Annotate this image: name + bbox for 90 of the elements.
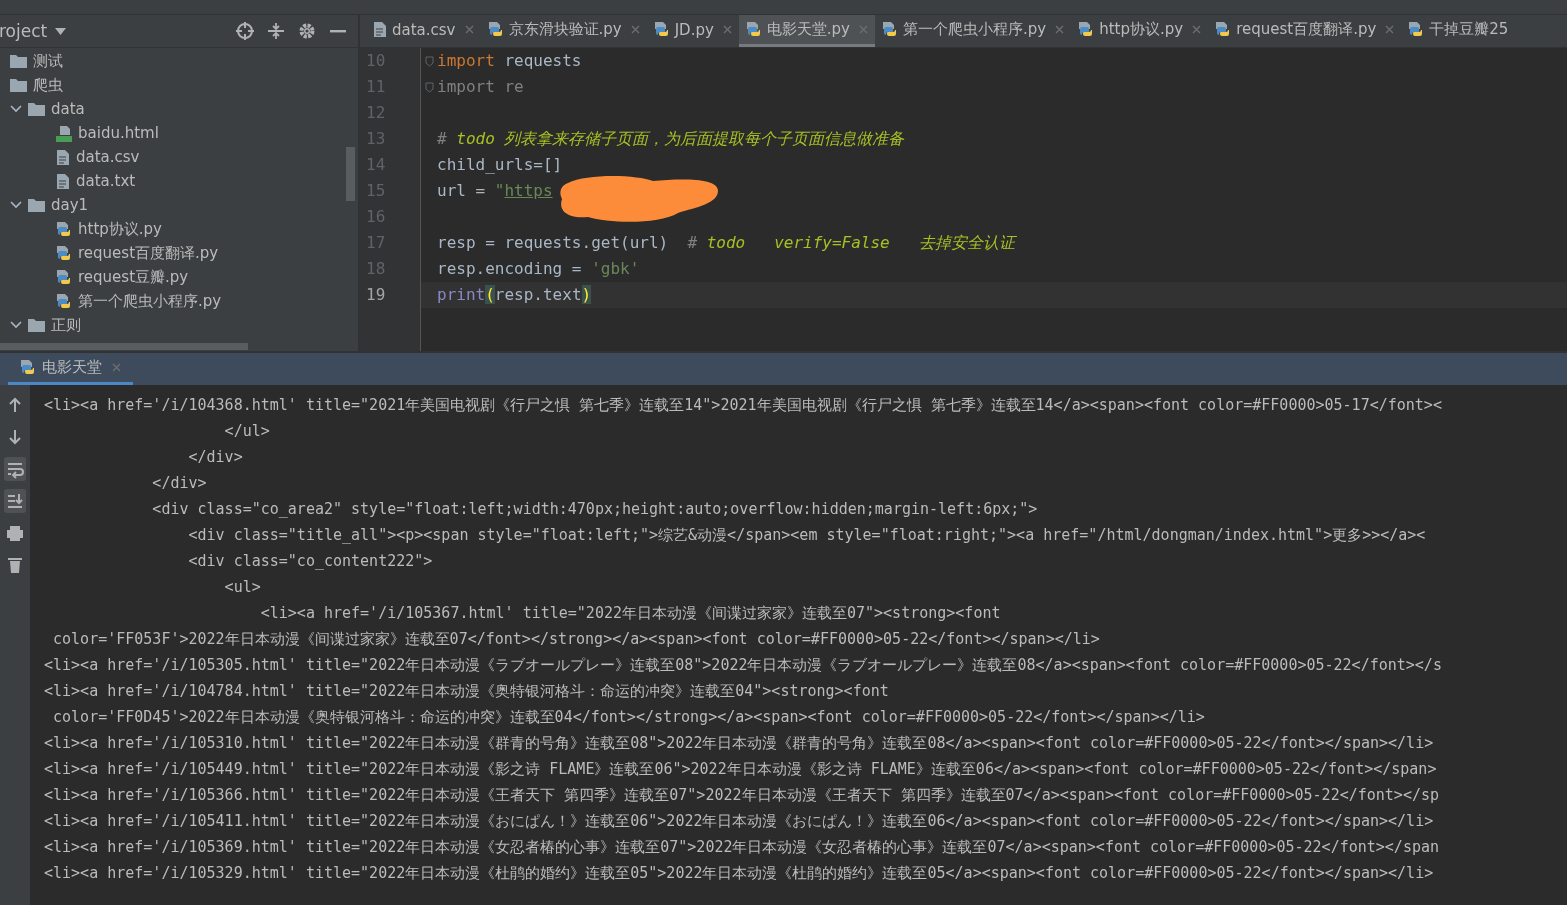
chevron-down-icon[interactable] <box>10 201 22 209</box>
python-file-icon <box>1408 21 1425 38</box>
close-icon[interactable] <box>722 25 732 34</box>
crosshair-icon[interactable] <box>236 22 254 40</box>
console-line: <li><a href='/i/105329.html' title="2022年日本动漫《杜鹃的婚约》连载至05">2022年日本动漫《杜鹃的婚约》连载至05</a><span><font color=#FF0000>05-22</font></span></li> <box>44 864 1434 882</box>
python-file-icon <box>56 244 72 262</box>
tree-item[interactable]: data <box>51 100 85 118</box>
tree-item[interactable]: 第一个爬虫小程序.py <box>78 291 222 311</box>
tree-item[interactable]: request百度翻译.py <box>78 243 219 263</box>
editor-tab[interactable]: 第一个爬虫小程序.py <box>875 15 1072 47</box>
console-line: <li><a href='/i/105366.html' title="2022年日本动漫《王者天下 第四季》连载至07">2022年日本动漫《王者天下 第四季》连载至07</a><span><font color=#FF0000>05-22</font></sp <box>44 786 1439 804</box>
panel-title[interactable]: roject <box>0 21 48 41</box>
console-line: <div class="co_content222"> <box>187 552 433 570</box>
console-line: <li><a href='/i/105310.html' title="2022年日本动漫《群青的号角》连载至08">2022年日本动漫《群青的号角》连载至08</a><span><font color=#FF0000>05-22</font></span></li> <box>44 734 1434 752</box>
chevron-down-icon[interactable] <box>10 105 22 113</box>
python-file-icon <box>1078 21 1095 38</box>
tree-item[interactable]: 正则 <box>51 315 81 335</box>
console-line: <li><a href='/i/105305.html' title="2022年日本动漫《ラブオールプレー》连载至08">2022年日本动漫《ラブオールプレー》连载至08</a><span><font color=#FF0000>05-22</font></s <box>44 656 1442 674</box>
python-file-icon <box>56 220 72 238</box>
soft-wrap-icon[interactable] <box>4 457 26 481</box>
folder-icon <box>10 78 27 92</box>
code-line: # todo 列表拿来存储子页面，为后面提取每个子页面信息做准备 <box>437 128 905 150</box>
console-line: <li><a href='/i/105411.html' title="2022年日本动漫《おにぱん！》连载至06">2022年日本动漫《おにぱん！》连载至06</a><span><font color=#FF0000>05-22</font></span></li> <box>44 812 1434 830</box>
console-line: <li><a href='/i/105449.html' title="2022年日本动漫《影之诗 FLAME》连载至06">2022年日本动漫《影之诗 FLAME》连载至06</a><span><font color=#FF0000>05-22</font></span> <box>44 760 1437 778</box>
python-file-icon <box>882 21 898 38</box>
python-file-icon <box>487 21 504 38</box>
python-file-icon <box>745 21 762 38</box>
code-line: url = "https <box>437 180 553 202</box>
dropdown-caret-icon[interactable] <box>55 27 67 35</box>
tree-item[interactable]: data.csv <box>76 148 140 166</box>
scrollbar[interactable] <box>0 343 248 350</box>
folder-icon <box>28 102 45 116</box>
text-file-icon <box>373 21 387 38</box>
fold-marker-icon[interactable] <box>424 81 434 93</box>
text-file-icon <box>56 148 70 166</box>
close-icon[interactable] <box>1385 25 1395 34</box>
folder-icon <box>10 54 27 68</box>
close-icon[interactable] <box>630 25 640 34</box>
tree-item[interactable]: baidu.html <box>78 124 159 142</box>
code-line: import requests <box>437 50 582 72</box>
python-file-icon <box>56 292 72 310</box>
code-line: resp.encoding = 'gbk' <box>437 258 640 280</box>
console-line: </div> <box>187 448 243 466</box>
tree-item[interactable]: 测试 <box>33 51 63 71</box>
html-file-icon <box>56 124 72 142</box>
code-line: resp = requests.get(url) # todo verify=False 去掉安全认证 <box>437 232 1015 254</box>
editor-tab[interactable]: http协议.py <box>1071 15 1209 47</box>
console-line: color='FF053F'>2022年日本动漫《间谍过家家》连载至07</font></strong></a><span><font color=#FF0000>05-22</font></span></li> <box>52 630 1100 648</box>
line-number: 19 <box>366 285 386 304</box>
minimize-icon[interactable] <box>330 29 346 33</box>
chevron-down-icon[interactable] <box>10 321 22 329</box>
python-file-icon <box>20 359 36 376</box>
tree-item[interactable]: http协议.py <box>78 219 162 239</box>
code-line: import re <box>437 76 524 98</box>
tree-item[interactable]: request豆瓣.py <box>78 267 189 287</box>
editor-tab[interactable]: 电影天堂.py <box>738 15 875 47</box>
editor-tab[interactable]: data.csv <box>366 15 481 47</box>
tree-item[interactable]: 爬虫 <box>33 75 63 95</box>
settings-icon[interactable] <box>298 22 316 40</box>
collapse-icon[interactable] <box>268 22 284 40</box>
editor-tab[interactable]: JD.py <box>646 15 739 47</box>
console-line: <div class="title_all"><p><span style="float:left;">综艺&动漫</span><em style="float:right;"><a href="/html/dongman/index.html">更多>></a>< <box>187 526 1426 544</box>
python-file-icon <box>1215 21 1232 38</box>
scrollbar[interactable] <box>346 147 355 201</box>
console-line: <li><a href='/i/104368.html' title="2021年美国电视剧《行尸之惧 第七季》连载至14">2021年美国电视剧《行尸之惧 第七季》连载至14</a><span><font color=#FF0000>05-17</font>< <box>44 396 1442 414</box>
folder-icon <box>28 318 45 332</box>
folder-icon <box>28 198 45 212</box>
editor-tab[interactable]: 干掉豆瓣25 <box>1401 15 1516 47</box>
editor-tab[interactable]: request百度翻译.py <box>1208 15 1402 47</box>
close-icon[interactable] <box>464 25 474 34</box>
python-file-icon <box>56 268 72 286</box>
console-line: <div class="co_area2" style="float:left;width:470px;height:auto;overflow:hidden;margin-left:6px;"> <box>151 500 1038 518</box>
tree-item[interactable]: data.txt <box>76 172 136 190</box>
console-line: <li><a href='/i/105367.html' title="2022年日本动漫《间谍过家家》连载至07"><strong><font <box>259 604 1001 622</box>
code-line: child_urls=[] <box>437 154 563 176</box>
close-icon[interactable] <box>1192 25 1202 34</box>
console-line: <li><a href='/i/105369.html' title="2022年日本动漫《女忍者椿的心事》连载至07">2022年日本动漫《女忍者椿的心事》连载至07</a><span><font color=#FF0000>05-22</font></span <box>44 838 1439 856</box>
code-line: print(resp.text) <box>437 284 592 306</box>
scroll-to-end-icon[interactable] <box>4 489 26 513</box>
console-line: <ul> <box>223 578 261 596</box>
text-file-icon <box>56 172 70 190</box>
python-file-icon <box>653 21 670 38</box>
tree-item[interactable]: day1 <box>51 196 89 214</box>
console-line: color='FF0D45'>2022年日本动漫《奥特银河格斗：命运的冲突》连载至04</font></strong></a><span><font color=#FF0000>05-22</font></span></li> <box>52 708 1205 726</box>
console-line: </ul> <box>223 422 270 440</box>
fold-marker-icon[interactable] <box>424 55 434 67</box>
close-icon[interactable] <box>1055 25 1065 34</box>
editor-tab[interactable]: 京东滑块验证.py <box>480 15 647 47</box>
console-line: </div> <box>151 474 207 492</box>
console-line: <li><a href='/i/104784.html' title="2022年日本动漫《奥特银河格斗：命运的冲突》连载至04"><strong><font <box>44 682 889 700</box>
